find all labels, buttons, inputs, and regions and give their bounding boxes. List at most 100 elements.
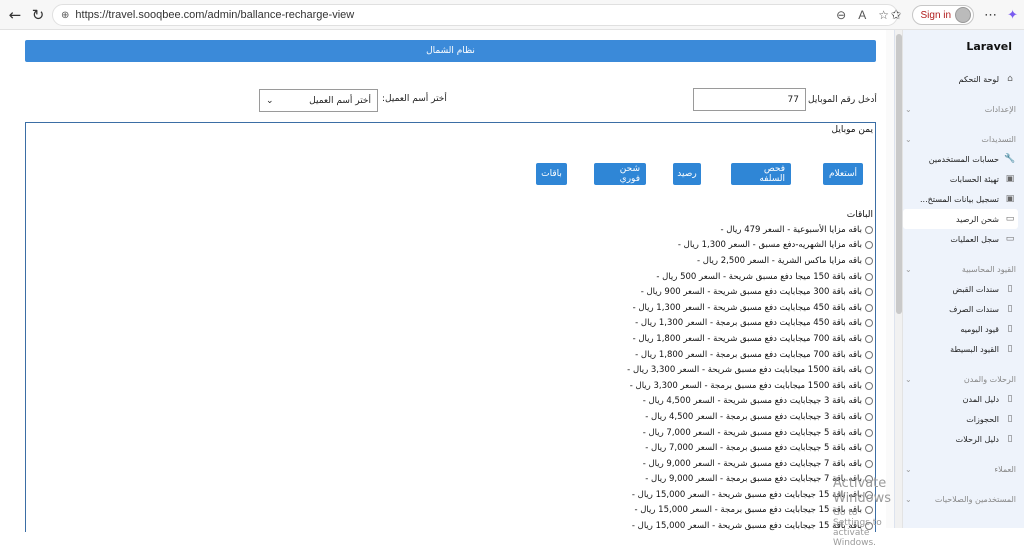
brand-logo: Laravel: [966, 40, 1012, 53]
package-radio[interactable]: [865, 490, 873, 499]
avatar: [955, 7, 972, 23]
mobile-label: أدخل رقم الموبايل: [808, 95, 877, 105]
sidebar-scrollbar[interactable]: [895, 30, 903, 528]
back-icon[interactable]: ←: [4, 4, 26, 26]
sidebar-group[interactable]: الرحلات والمدن ⌄: [895, 369, 1024, 389]
sidebar-group[interactable]: القيود المحاسبية ⌄: [895, 259, 1024, 279]
address-bar[interactable]: ⊕ https://travel.sooqbee.com/admin/balla…: [52, 4, 898, 26]
sidebar-item[interactable]: ▭ شحن الرصيد: [903, 209, 1018, 229]
zoom-icon[interactable]: ⊖: [836, 8, 846, 22]
package-radio[interactable]: [865, 459, 873, 468]
package-option[interactable]: باقه باقة 150 ميجا دفع مسبق شريحة - السع…: [627, 269, 873, 285]
package-radio[interactable]: [865, 256, 873, 265]
package-radio[interactable]: [865, 241, 873, 250]
menu-item-icon: ▭: [1005, 214, 1015, 224]
north-system-button[interactable]: نظام الشمال: [25, 40, 876, 62]
package-option[interactable]: باقه مزايا ماكس الشرية - السعر 2,500 ريا…: [627, 253, 873, 269]
sidebar-item-label: قيود اليوميه: [960, 324, 999, 334]
package-option[interactable]: باقه باقة 7 جيجابايت دفع مسبق برمجة - ال…: [627, 472, 873, 488]
mobile-input[interactable]: 77: [693, 88, 806, 111]
package-option[interactable]: باقه باقة 3 جيجابايت دفع مسبق شريحة - ال…: [627, 394, 873, 410]
package-option[interactable]: باقه باقة 7 جيجابايت دفع مسبق شريحة - ال…: [627, 456, 873, 472]
copilot-icon[interactable]: ✦: [1007, 8, 1018, 23]
sidebar-group[interactable]: المستخدمين والصلاحيات ⌄: [895, 489, 1024, 509]
operator-panel: يمن موبايل أستعلام فحص السلفه رصيد شحن ف…: [25, 122, 876, 532]
package-option[interactable]: باقه باقة 700 ميجابايت دفع مسبق شريحة - …: [627, 331, 873, 347]
package-label: باقه باقة 450 ميجابايت دفع مسبق شريحة - …: [632, 302, 862, 313]
package-radio[interactable]: [865, 444, 873, 453]
package-option[interactable]: باقه باقة 300 ميجابايت دفع مسبق شريحة - …: [627, 284, 873, 300]
package-label: باقه مزايا الأسبوعية - السعر 479 ريال -: [720, 224, 862, 235]
check-loan-button[interactable]: فحص السلفه: [731, 163, 791, 185]
package-option[interactable]: باقه باقة 5 جيجابايت دفع مسبق برمجة - ال…: [627, 440, 873, 456]
sidebar-item[interactable]: ▣ تهيئة الحسابات: [895, 169, 1024, 189]
package-option[interactable]: باقه باقة 450 ميجابايت دفع مسبق برمجة - …: [627, 316, 873, 332]
sidebar-group[interactable]: الإعدادات ⌄: [895, 99, 1024, 119]
package-option[interactable]: باقه باقة 15 جيجابايت دفع مسبق برمجة - ا…: [627, 503, 873, 519]
package-label: باقه باقة 15 جيجابايت دفع مسبق شريحة - ا…: [631, 489, 862, 500]
sidebar-item-label: شحن الرصيد: [956, 214, 999, 224]
favorites-icon[interactable]: ✩: [891, 8, 902, 23]
package-radio[interactable]: [865, 334, 873, 343]
package-label: باقه باقة 5 جيجابايت دفع مسبق شريحة - ال…: [642, 427, 862, 438]
sidebar-item[interactable]: 🔧 حسابات المستخدمين: [895, 149, 1024, 169]
package-radio[interactable]: [865, 366, 873, 375]
sidebar-item[interactable]: ▯ سندات الصرف: [895, 299, 1024, 319]
menu-item-icon: ▯: [1007, 284, 1013, 294]
package-option[interactable]: باقه مزايا الأسبوعية - السعر 479 ريال -: [627, 222, 873, 238]
package-label: باقه باقة 5 جيجابايت دفع مسبق برمجة - ال…: [645, 443, 862, 454]
reload-icon[interactable]: ↻: [27, 4, 49, 26]
sidebar-item[interactable]: ▯ الحجوزات: [895, 409, 1024, 429]
package-option[interactable]: باقه باقة 15 جيجابايت دفع مسبق شريحة - ا…: [627, 487, 873, 503]
chevron-down-icon: ⌄: [905, 104, 912, 114]
sidebar-group[interactable]: العملاء ⌄: [895, 459, 1024, 479]
sidebar-item[interactable]: ▣ تسجيل بيانات المستخ...: [895, 189, 1024, 209]
package-radio[interactable]: [865, 522, 873, 531]
package-option[interactable]: باقه مزايا الشهريه-دفع مسبق - السعر 1,30…: [627, 238, 873, 254]
sidebar-item[interactable]: ▭ سجل العمليات: [895, 229, 1024, 249]
package-option[interactable]: باقه باقة 3 جيجابايت دفع مسبق برمجة - ال…: [627, 409, 873, 425]
menu-item-icon: ⌂: [1007, 74, 1013, 84]
sidebar-item[interactable]: ▯ القيود البسيطة: [895, 339, 1024, 359]
package-option[interactable]: باقه باقة 450 ميجابايت دفع مسبق شريحة - …: [627, 300, 873, 316]
inquiry-button[interactable]: أستعلام: [823, 163, 863, 185]
package-radio[interactable]: [865, 272, 873, 281]
sidebar-item[interactable]: ▯ سندات القبض: [895, 279, 1024, 299]
package-option[interactable]: باقه باقة 5 جيجابايت دفع مسبق شريحة - ال…: [627, 425, 873, 441]
favorite-star-icon[interactable]: ☆: [878, 8, 889, 22]
sidebar-item-label: القيود البسيطة: [950, 344, 999, 354]
balance-button[interactable]: رصيد: [673, 163, 701, 185]
sidebar-item[interactable]: ▯ قيود اليوميه: [895, 319, 1024, 339]
package-radio[interactable]: [865, 350, 873, 359]
package-radio[interactable]: [865, 428, 873, 437]
package-option[interactable]: باقه باقة 15 جيجابايت دفع مسبق شريحة - ا…: [627, 518, 873, 532]
sign-in-button[interactable]: Sign in: [911, 5, 975, 25]
more-icon[interactable]: ⋯: [984, 8, 997, 23]
sidebar-item-label: تهيئة الحسابات: [949, 174, 999, 184]
sidebar-group-label: الإعدادات: [984, 104, 1016, 114]
package-label: باقه باقة 450 ميجابايت دفع مسبق برمجة - …: [635, 318, 862, 329]
package-radio[interactable]: [865, 412, 873, 421]
package-option[interactable]: باقه باقة 1500 ميجابايت دفع مسبق شريحة -…: [627, 362, 873, 378]
sidebar-group-label: التسديدات: [981, 134, 1016, 144]
package-option[interactable]: باقه باقة 1500 ميجابايت دفع مسبق برمجة -…: [627, 378, 873, 394]
sidebar-item[interactable]: ▯ دليل المدن: [895, 389, 1024, 409]
site-info-icon[interactable]: ⊕: [61, 10, 69, 21]
packages-button[interactable]: باقات: [536, 163, 567, 185]
package-radio[interactable]: [865, 381, 873, 390]
sidebar-item[interactable]: ▯ دليل الرحلات: [895, 429, 1024, 449]
sidebar-group[interactable]: التسديدات ⌄: [895, 129, 1024, 149]
package-radio[interactable]: [865, 225, 873, 234]
read-aloud-icon[interactable]: A: [858, 8, 866, 22]
package-option[interactable]: باقه باقة 700 ميجابايت دفع مسبق برمجة - …: [627, 347, 873, 363]
package-radio[interactable]: [865, 319, 873, 328]
package-radio[interactable]: [865, 397, 873, 406]
package-radio[interactable]: [865, 288, 873, 297]
page-scrollbar[interactable]: [886, 30, 894, 528]
package-radio[interactable]: [865, 303, 873, 312]
package-radio[interactable]: [865, 475, 873, 484]
package-radio[interactable]: [865, 506, 873, 515]
sidebar-item[interactable]: ⌂ لوحة التحكم: [895, 69, 1024, 89]
client-select[interactable]: أختر أسم العميل ⌄: [259, 89, 378, 112]
instant-recharge-button[interactable]: شحن فوري: [594, 163, 646, 185]
